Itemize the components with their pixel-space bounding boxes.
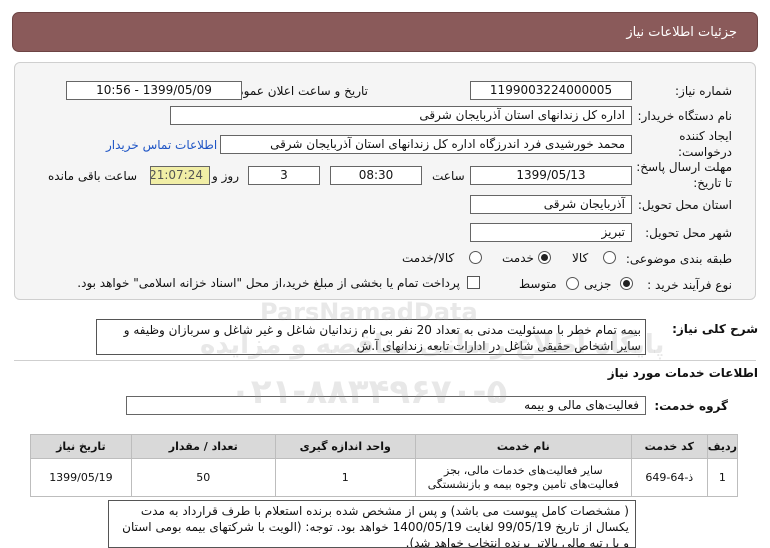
category-radio-service[interactable]: [538, 251, 551, 264]
days-label: روز و: [212, 169, 239, 183]
treasury-payment-checkbox[interactable]: [467, 276, 480, 289]
announce-datetime-field: 1399/05/09 - 10:56: [66, 81, 242, 100]
requester-field: محمد خورشیدی فرد اندرزگاه اداره کل زندان…: [220, 135, 632, 154]
deadline-time-label: ساعت: [432, 169, 465, 183]
cell-code: ذ-64-649: [630, 458, 708, 497]
col-qty: تعداد / مقدار: [130, 434, 276, 459]
requester-label-1: ایجاد کننده: [679, 129, 732, 143]
description-label: شرح کلی نیاز:: [672, 322, 758, 336]
table-header-row: ردیف کد خدمت نام خدمت واحد اندازه گیری ت…: [30, 434, 739, 459]
deadline-label-1: مهلت ارسال پاسخ:: [636, 160, 732, 174]
cell-date: 1399/05/19: [30, 458, 132, 497]
service-group-field: فعالیت‌های مالی و بیمه: [126, 396, 646, 415]
process-radio-medium[interactable]: [566, 277, 579, 290]
need-number-label: شماره نیاز:: [675, 84, 732, 98]
need-details-page: جزئیات اطلاعات نیاز شماره نیاز: 11990032…: [0, 0, 770, 548]
province-field: آذربایجان شرقی: [470, 195, 632, 214]
service-group-label: گروه خدمت:: [654, 399, 728, 413]
cell-unit: 1: [274, 458, 416, 497]
announce-datetime-label: تاریخ و ساعت اعلان عمومی:: [223, 84, 368, 98]
city-label: شهر محل تحویل:: [645, 226, 732, 240]
services-table: ردیف کد خدمت نام خدمت واحد اندازه گیری ت…: [30, 434, 739, 497]
cell-name: سایر فعالیت‌های خدمات مالی، بجز فعالیت‌ه…: [414, 458, 632, 497]
col-name: نام خدمت: [414, 434, 632, 459]
days-remaining-field: 3: [248, 166, 320, 185]
category-option-goods-service: کالا/خدمت: [402, 251, 455, 265]
category-radio-goods[interactable]: [603, 251, 616, 264]
category-option-goods: کالا: [572, 251, 589, 265]
deadline-date-field: 1399/05/13: [470, 166, 632, 185]
buyer-contact-link[interactable]: اطلاعات تماس خریدار: [106, 138, 217, 152]
col-row: ردیف: [706, 434, 739, 459]
time-remaining-field: 21:07:24: [150, 166, 210, 185]
notes-field: ( مشخصات کامل پیوست می باشد) و پس از مشخ…: [108, 500, 636, 548]
requester-label-2: درخواست:: [678, 145, 732, 159]
col-code: کد خدمت: [630, 434, 708, 459]
deadline-time-field: 08:30: [330, 166, 422, 185]
process-radio-minor[interactable]: [620, 277, 633, 290]
province-label: استان محل تحویل:: [637, 198, 732, 212]
need-number-field: 1199003224000005: [470, 81, 632, 100]
time-remaining-label: ساعت باقی مانده: [48, 169, 138, 183]
page-title: جزئیات اطلاعات نیاز: [626, 25, 737, 40]
category-option-service: خدمت: [502, 251, 534, 265]
category-label: طبقه بندی موضوعی:: [625, 252, 732, 266]
services-section-title: اطلاعات خدمات مورد نیاز: [607, 366, 758, 380]
table-row: 1 ذ-64-649 سایر فعالیت‌های خدمات مالی، ب…: [30, 458, 739, 497]
description-field: بیمه تمام خطر با مسئولیت مدنی به تعداد 2…: [96, 319, 646, 355]
process-option-minor: جزیی: [584, 277, 612, 291]
cell-row: 1: [706, 458, 739, 497]
cell-qty: 50: [130, 458, 276, 497]
buyer-org-field: اداره کل زندانهای استان آذربایجان شرقی: [170, 106, 632, 125]
process-option-medium: متوسط: [519, 277, 557, 291]
city-field: تبریز: [470, 223, 632, 242]
divider: [14, 360, 756, 361]
treasury-payment-note: پرداخت تمام یا بخشی از مبلغ خرید،از محل …: [77, 276, 460, 290]
category-radio-goods-service[interactable]: [469, 251, 482, 264]
buyer-org-label: نام دستگاه خریدار:: [637, 109, 733, 123]
deadline-label-2: تا تاریخ:: [693, 176, 732, 190]
page-header: جزئیات اطلاعات نیاز: [12, 12, 758, 52]
col-unit: واحد اندازه گیری: [274, 434, 416, 459]
col-date: تاریخ نیاز: [30, 434, 132, 459]
process-type-label: نوع فرآیند خرید :: [647, 278, 732, 292]
